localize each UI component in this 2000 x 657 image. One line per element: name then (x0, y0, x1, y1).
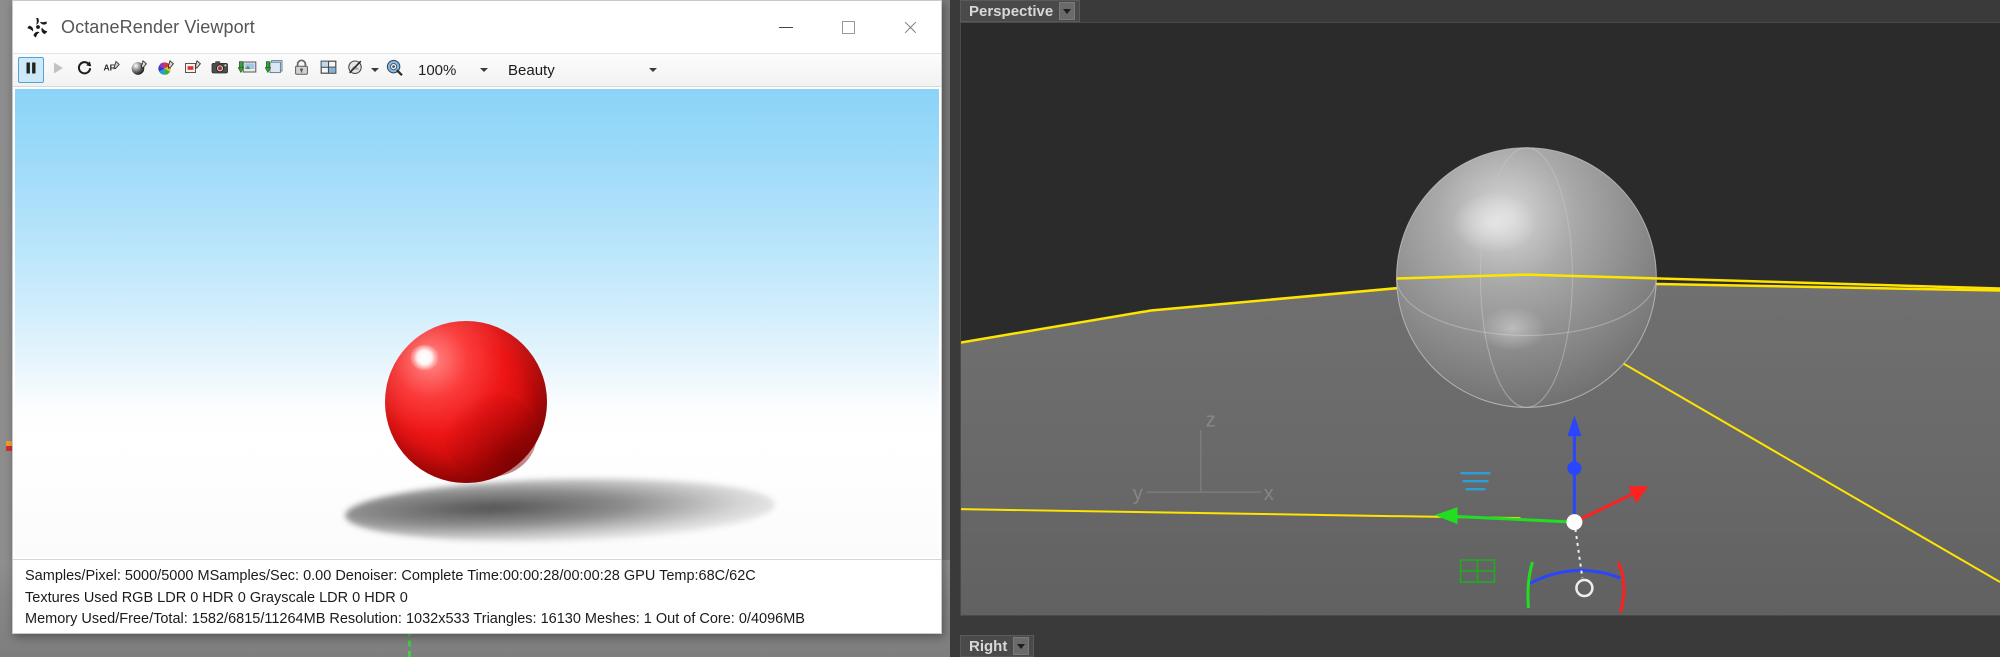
perspective-viewport[interactable]: z x y (960, 22, 2000, 615)
chevron-down-icon[interactable] (1059, 2, 1076, 20)
chevron-down-icon (371, 68, 379, 72)
svg-text:AF: AF (103, 63, 114, 73)
restart-arrow-icon (76, 59, 94, 82)
maximize-button[interactable] (817, 1, 879, 53)
render-toolbar: AF 100% Beauty (13, 53, 941, 87)
chevron-down-icon[interactable] (1013, 637, 1030, 655)
axis-label-y: y (1133, 483, 1143, 505)
status-textures-line: Textures Used RGB LDR 0 HDR 0 Grayscale … (25, 589, 408, 606)
save-layers-icon (264, 58, 284, 82)
save-layered-image-button[interactable] (261, 57, 287, 83)
window-titlebar[interactable]: OctaneRender Viewport (13, 1, 941, 53)
lock-resolution-button[interactable] (288, 57, 314, 83)
chevron-down-icon (649, 68, 657, 72)
restart-render-button[interactable] (72, 57, 98, 83)
sphere-specular-highlight (410, 345, 439, 370)
play-icon (50, 60, 66, 81)
window-control-buttons (755, 1, 941, 53)
chevron-down-icon (480, 68, 488, 72)
focus-pick-icon (385, 58, 404, 82)
save-image-button[interactable] (234, 57, 260, 83)
render-camera-button[interactable] (207, 57, 233, 83)
render-pass-value: Beauty (508, 61, 555, 79)
window-title: OctaneRender Viewport (61, 16, 255, 37)
status-memory-line: Memory Used/Free/Total: 1582/6815/11264M… (25, 611, 805, 627)
axis-label-x: x (1264, 483, 1274, 505)
zoom-level-dropdown-caret[interactable] (478, 57, 490, 83)
axis-label-z: z (1206, 409, 1216, 431)
status-samples-line: Samples/Pixel: 5000/5000 MSamples/Sec: 0… (25, 568, 756, 584)
pause-render-button[interactable] (18, 57, 44, 83)
region-grid-icon (319, 58, 338, 82)
material-picker-button[interactable] (126, 57, 152, 83)
viewport-3d-scene: z x y (961, 23, 2000, 615)
viewport-camera-select-bottom[interactable]: Right (960, 635, 1035, 657)
denoise-off-icon (346, 58, 365, 82)
scene-viewport-panel: z x y Perspective Right (950, 0, 2000, 657)
octane-logo-icon (27, 16, 49, 38)
object-picker-button[interactable] (180, 57, 206, 83)
viewport-bottom-label: Right (969, 637, 1008, 655)
white-balance-picker-button[interactable] (153, 57, 179, 83)
zoom-level-value[interactable]: 100% (418, 62, 472, 79)
render-viewport[interactable] (13, 87, 941, 559)
render-image[interactable] (15, 89, 939, 557)
host-green-guide-line (408, 630, 411, 657)
save-image-icon (237, 58, 257, 82)
octane-viewport-window: OctaneRender Viewport AF 100% Beauty Sam… (12, 0, 942, 634)
sphere-bounce-light (443, 392, 538, 477)
denoiser-toggle-button[interactable] (342, 57, 368, 83)
object-pick-icon (184, 58, 203, 82)
close-icon (903, 20, 918, 35)
minimize-icon (779, 26, 793, 28)
render-statusbar: Samples/Pixel: 5000/5000 MSamples/Sec: 0… (13, 559, 941, 633)
autofocus-pick-icon: AF (103, 58, 122, 82)
autofocus-picker-button[interactable]: AF (99, 57, 125, 83)
maximize-icon (841, 20, 855, 34)
render-region-button[interactable] (315, 57, 341, 83)
material-pick-icon (130, 58, 149, 82)
screen-root: OctaneRender Viewport AF 100% Beauty Sam… (0, 0, 2000, 657)
viewport-camera-select-top[interactable]: Perspective (960, 0, 1081, 22)
render-pass-select[interactable]: Beauty (504, 57, 662, 83)
start-render-button[interactable] (45, 57, 71, 83)
denoiser-dropdown-caret[interactable] (369, 57, 381, 83)
viewport-bottom-bar (960, 615, 2000, 657)
close-button[interactable] (879, 1, 941, 53)
camera-icon (211, 58, 230, 82)
lock-icon (292, 58, 311, 82)
host-left-strip (0, 0, 12, 657)
rendered-sphere (385, 321, 547, 483)
focus-picker-button[interactable] (381, 57, 407, 83)
pause-icon (23, 60, 39, 81)
minimize-button[interactable] (755, 1, 817, 53)
viewport-top-label: Perspective (969, 2, 1054, 20)
color-pick-icon (157, 58, 176, 82)
